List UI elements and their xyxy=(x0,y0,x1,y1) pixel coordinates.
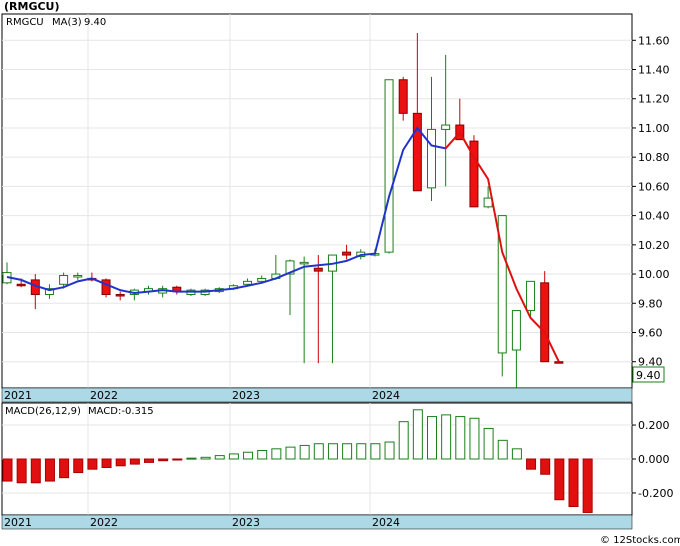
macd-bar xyxy=(115,458,126,467)
macd-bar xyxy=(441,414,452,460)
macd-bar xyxy=(2,458,13,482)
candle-body xyxy=(427,128,436,189)
macd-bar xyxy=(243,451,254,460)
macd-bar xyxy=(16,458,27,484)
macd-bar xyxy=(200,456,211,460)
price-tick-label: 10.00 xyxy=(638,268,670,281)
macd-year-label: 2022 xyxy=(90,516,118,529)
price-tick-label: 11.40 xyxy=(638,64,670,77)
macd-bar xyxy=(497,439,508,460)
macd-year-label: 2021 xyxy=(4,516,32,529)
macd-bar xyxy=(129,458,140,465)
price-year-label: 2024 xyxy=(372,389,400,402)
macd-bar xyxy=(384,441,395,460)
macd-bar xyxy=(59,458,70,479)
candle-body xyxy=(73,275,83,278)
price-year-label: 2023 xyxy=(232,389,260,402)
macd-bar xyxy=(30,458,41,484)
candle-body xyxy=(59,275,69,285)
macd-bar xyxy=(228,453,239,460)
macd-bar xyxy=(158,458,169,462)
macd-tick-label: 0.000 xyxy=(638,453,670,466)
macd-bar xyxy=(455,416,466,460)
candle-body xyxy=(243,280,253,285)
macd-bar xyxy=(469,417,480,460)
legend-ma-value: 9.40 xyxy=(84,17,106,28)
price-y-ticks: 11.60 11.40 11.20 11.00 10.80 10.60 10.40 10.20… xyxy=(632,34,670,369)
macd-bar xyxy=(427,416,437,460)
candle-body xyxy=(483,197,493,208)
macd-bar xyxy=(540,458,551,475)
macd-bar xyxy=(568,458,579,508)
price-tick-label: 9.60 xyxy=(638,326,663,339)
macd-bar xyxy=(342,443,353,460)
macd-bar xyxy=(257,450,268,460)
candle-body xyxy=(16,283,26,287)
price-tick-label: 10.60 xyxy=(638,180,670,193)
candle-body xyxy=(342,251,352,256)
candle-body xyxy=(115,294,125,297)
macd-bar xyxy=(73,458,84,474)
macd-legend-value: MACD:-0.315 xyxy=(88,406,154,417)
candle-body xyxy=(412,112,422,192)
macd-bar xyxy=(398,421,409,460)
chart-title: (RMGCU) xyxy=(4,0,60,13)
price-tick-label: 11.60 xyxy=(638,34,670,47)
macd-y-ticks: 0.200 0.000 -0.200 xyxy=(632,419,673,500)
price-panel xyxy=(1,13,633,389)
macd-bar xyxy=(313,443,324,460)
macd-legend-params: MACD(26,12,9) xyxy=(5,406,81,417)
candle-body xyxy=(384,79,394,253)
macd-tick-label: -0.200 xyxy=(638,487,673,500)
macd-bar xyxy=(44,458,55,482)
legend-symbol: RMGCU xyxy=(6,17,44,28)
macd-year-label: 2024 xyxy=(372,516,400,529)
macd-bar xyxy=(299,444,310,460)
macd-bar xyxy=(526,458,537,470)
macd-bar xyxy=(582,458,593,513)
candle-body xyxy=(441,124,451,130)
macd-bar xyxy=(87,458,98,470)
candle-body xyxy=(299,261,309,265)
macd-bar xyxy=(285,446,296,460)
macd-bar xyxy=(511,448,522,460)
macd-bar xyxy=(101,458,112,468)
price-tick-label: 10.20 xyxy=(638,239,670,252)
last-price-label: 9.40 xyxy=(636,369,661,382)
macd-bar xyxy=(412,409,423,460)
price-year-label: 2021 xyxy=(4,389,32,402)
macd-bar xyxy=(356,443,367,460)
candle-body xyxy=(554,361,564,364)
macd-bar xyxy=(172,458,183,461)
price-tick-label: 10.40 xyxy=(638,210,670,223)
price-tick-label: 9.80 xyxy=(638,297,663,310)
stock-chart: 11.60 11.40 11.20 11.00 10.80 10.60 10.40 10.20… xyxy=(1,0,680,546)
legend-ma: MA(3) xyxy=(52,17,82,28)
macd-bar xyxy=(144,458,154,463)
candle-body xyxy=(398,79,408,114)
candle-body xyxy=(540,282,550,363)
macd-year-label: 2023 xyxy=(232,516,260,529)
footer-credit: © 12Stocks.com xyxy=(600,535,680,546)
price-tick-label: 10.80 xyxy=(638,151,670,164)
candle-body xyxy=(526,280,536,312)
macd-bar xyxy=(271,448,282,460)
macd-bar xyxy=(370,443,381,460)
price-tick-label: 11.20 xyxy=(638,93,670,106)
macd-bar xyxy=(554,458,565,501)
price-tick-label: 11.00 xyxy=(638,122,670,135)
candle-body xyxy=(511,310,521,351)
candle-body xyxy=(313,267,323,272)
macd-bar xyxy=(483,427,494,460)
macd-tick-label: 0.200 xyxy=(638,419,670,432)
macd-bar xyxy=(214,455,225,460)
macd-bar xyxy=(327,443,338,460)
macd-bar xyxy=(186,457,197,460)
price-year-label: 2022 xyxy=(90,389,118,402)
